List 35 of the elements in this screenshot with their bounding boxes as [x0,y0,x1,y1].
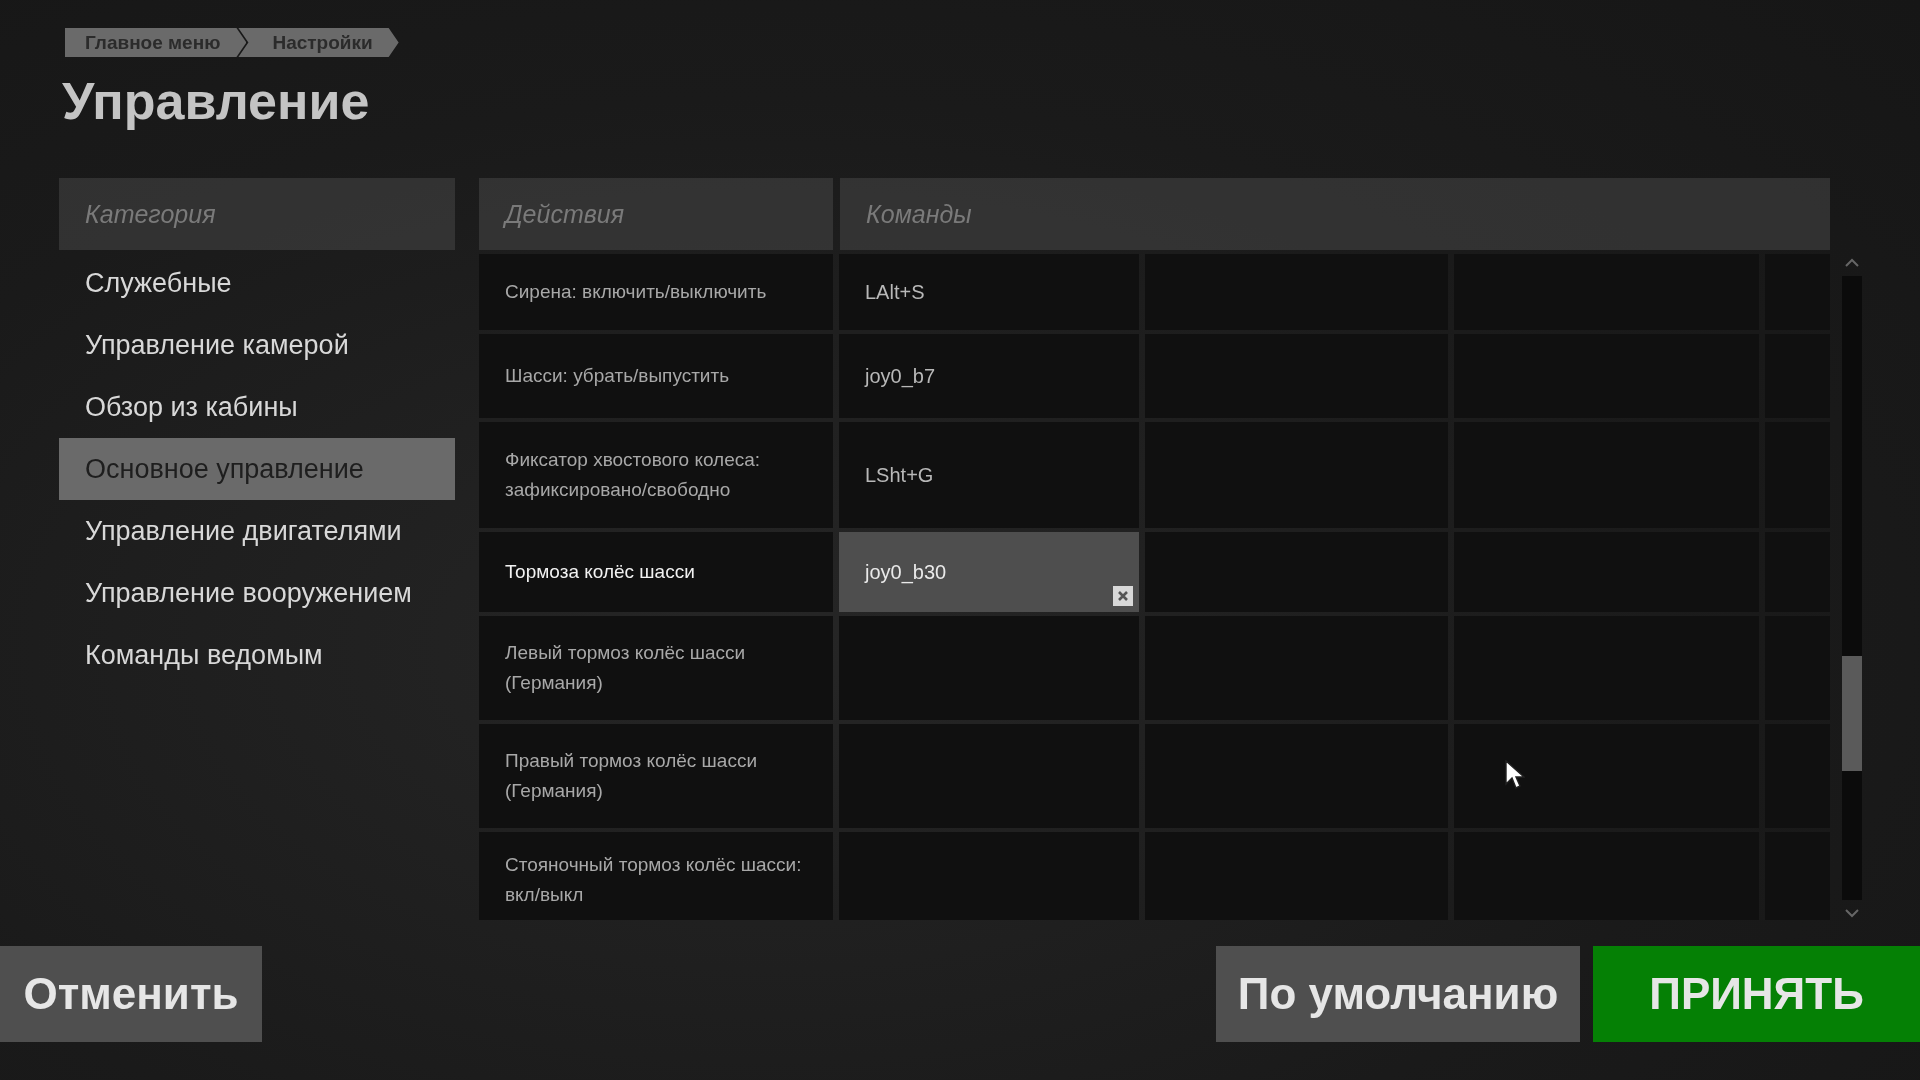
category-item[interactable]: Служебные [59,252,455,314]
binding-key: joy0_b30 [865,560,947,584]
accept-button[interactable]: ПРИНЯТЬ [1593,946,1920,1042]
mouse-cursor-icon [1505,760,1525,790]
action-cell[interactable]: Стояночный тормоз колёс шасси: вкл/выкл [479,832,833,920]
scroll-up-icon[interactable] [1844,258,1860,268]
action-cell[interactable]: Шасси: убрать/выпустить [479,334,833,418]
category-item[interactable]: Команды ведомым [59,624,455,686]
column-header: Действия [479,178,833,250]
empty-binding-cell[interactable] [1454,724,1759,828]
binding-key: LSht+G [865,463,934,487]
action-cell[interactable]: Правый тормоз колёс шасси (Германия) [479,724,833,828]
binding-key: LAlt+S [865,280,925,304]
action-cell[interactable]: Левый тормоз колёс шасси (Германия) [479,616,833,720]
cancel-button[interactable]: Отменить [0,946,262,1042]
binding-cell[interactable]: joy0_b30 [839,532,1139,612]
binding-cell[interactable]: joy0_b7 [839,334,1139,418]
scrollbar-thumb[interactable] [1842,656,1862,771]
clear-icon[interactable] [1113,586,1133,606]
scrollbar-track[interactable] [1842,276,1862,900]
action-cell[interactable]: Фиксатор хвостового колеса: зафиксировано/свободно [479,422,833,528]
binding-cell[interactable]: LAlt+S [839,254,1139,330]
category-item[interactable]: Управление камерой [59,314,455,376]
action-cell[interactable]: Сирена: включить/выключить [479,254,833,330]
binding-key: joy0_b7 [865,364,936,388]
page-title: Управление [62,71,371,132]
column-header: Категория [59,178,455,250]
category-item[interactable]: Управление вооружением [59,562,455,624]
scroll-down-icon[interactable] [1844,908,1860,918]
category-item[interactable]: Управление двигателями [59,500,455,562]
category-item[interactable]: Обзор из кабины [59,376,455,438]
column-header: Команды [840,178,1830,250]
binding-cell[interactable]: LSht+G [839,422,1139,528]
action-cell[interactable]: Тормоза колёс шасси [479,532,833,612]
defaults-button[interactable]: По умолчанию [1216,946,1580,1042]
